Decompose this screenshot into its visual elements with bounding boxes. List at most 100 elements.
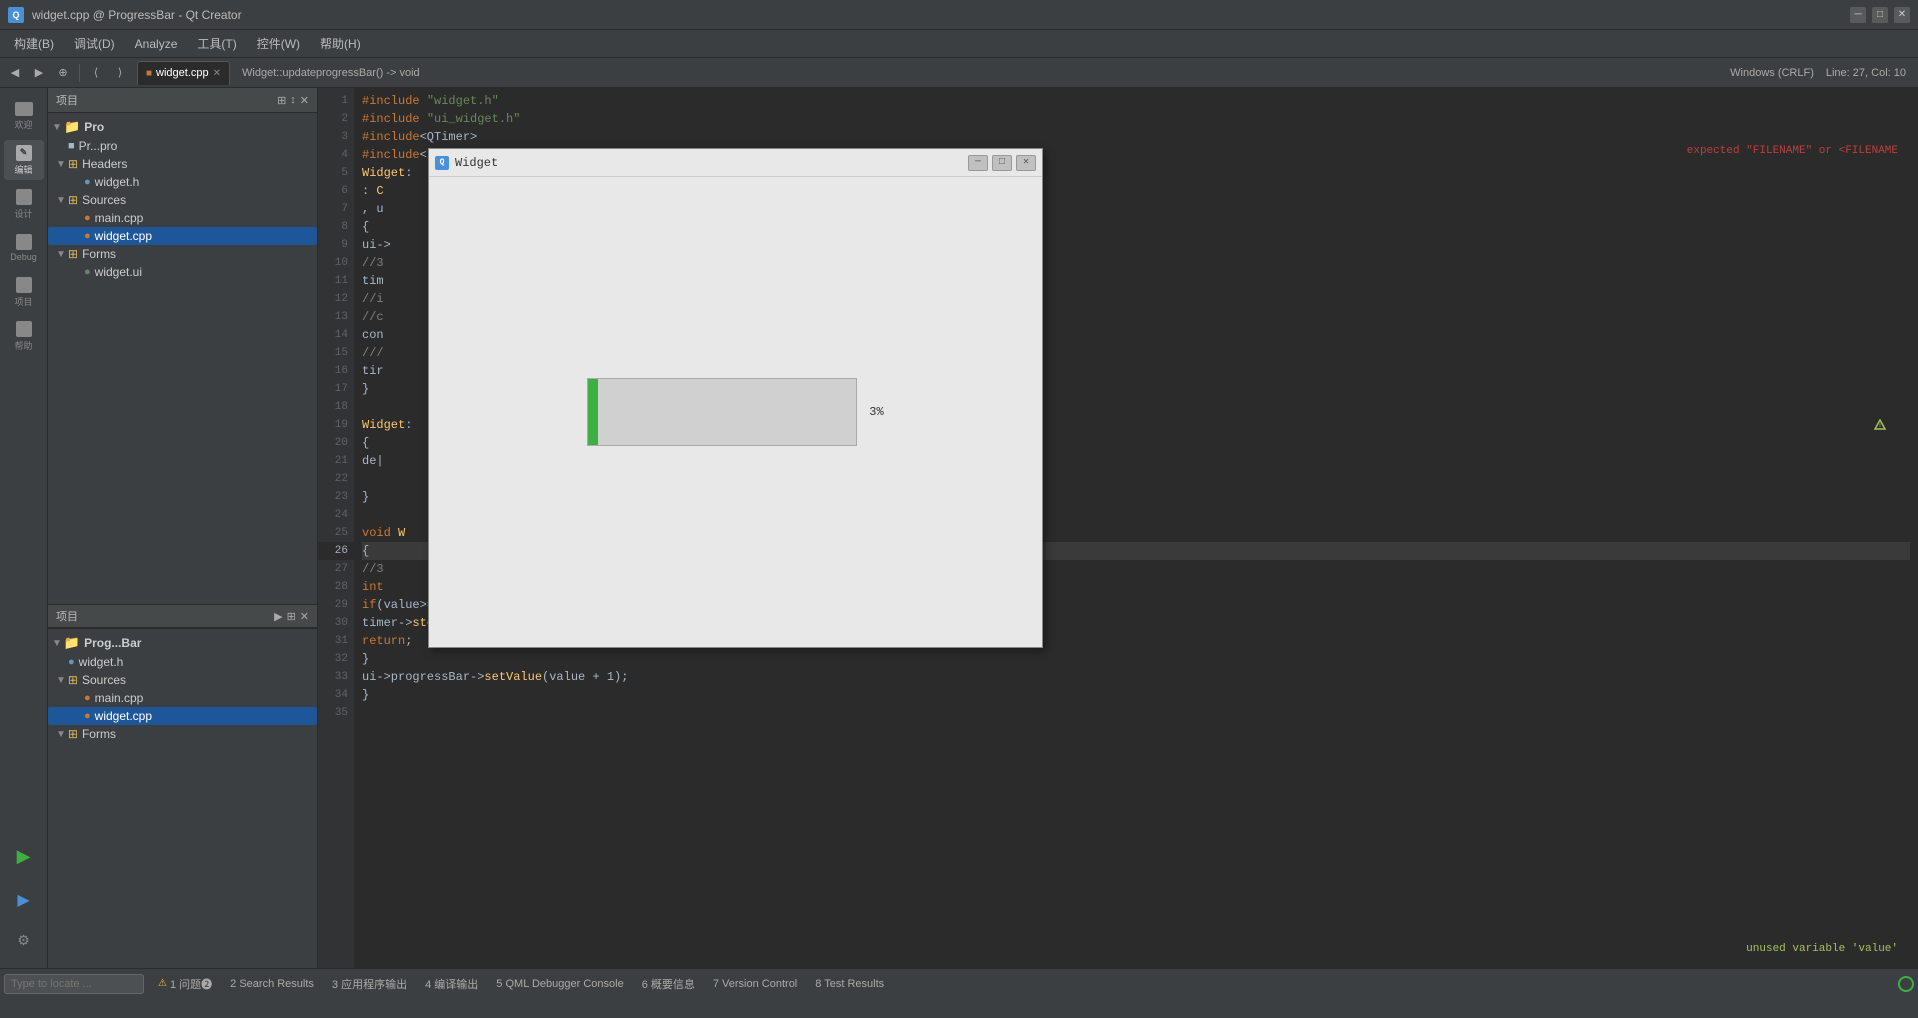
- toolbar-prev-button[interactable]: ⟨: [85, 62, 107, 84]
- bottom-tab-general[interactable]: 6 概要信息: [634, 972, 703, 996]
- error-hint: expected "FILENAME" or <FILENAME: [1687, 142, 1898, 160]
- debug-icon-btn[interactable]: Debug: [4, 228, 44, 268]
- sources-bottom-section[interactable]: ▼ ⊞ Sources: [48, 671, 317, 689]
- toolbar-forward-button[interactable]: ▶: [28, 62, 50, 84]
- line-num-4: 4: [318, 146, 354, 164]
- bottom-panel-icon-filter[interactable]: ⊞: [287, 610, 296, 623]
- line-num-19: 19: [318, 416, 354, 434]
- search-input[interactable]: [4, 974, 144, 994]
- line-num-16: 16: [318, 362, 354, 380]
- line-num-35: 35: [318, 704, 354, 722]
- widget-ui-icon: ●: [84, 266, 91, 278]
- help-icon-btn[interactable]: 帮助: [4, 316, 44, 356]
- menu-controls[interactable]: 控件(W): [247, 31, 310, 56]
- build-button[interactable]: ⚙: [4, 924, 44, 956]
- widget-minimize-btn[interactable]: ─: [968, 155, 988, 171]
- sidebar-bottom-icons: ▶ ⊞ ✕: [274, 610, 309, 623]
- menu-help[interactable]: 帮助(H): [310, 31, 371, 56]
- sources-top-section[interactable]: ▼ ⊞ Sources: [48, 191, 317, 209]
- warning-hint: unused variable 'value': [1746, 940, 1898, 958]
- menu-build[interactable]: 构建(B): [4, 31, 64, 56]
- toolbar-next-button[interactable]: ⟩: [109, 62, 131, 84]
- project-root-bottom-item[interactable]: ▼ 📁 Prog...Bar: [48, 633, 317, 653]
- sidebar-top-panel-header: 项目 ⊞ ↕ ✕: [48, 88, 317, 113]
- bottom-tab-qml-debugger[interactable]: 5 QML Debugger Console: [488, 974, 631, 994]
- close-button[interactable]: ✕: [1894, 7, 1910, 23]
- code-line-2: #include "ui_widget.h": [362, 110, 1910, 128]
- widget-h-item[interactable]: ● widget.h: [48, 173, 317, 191]
- code-line-34: }: [362, 686, 1910, 704]
- bottom-tab-issues[interactable]: ⚠ 1 问题❷: [150, 972, 220, 996]
- cursor-position: Line: 27, Col: 10: [1826, 67, 1906, 79]
- bottom-tab-version-control[interactable]: 7 Version Control: [705, 974, 805, 994]
- toolbar-sep-1: [79, 64, 80, 82]
- headers-section[interactable]: ▼ ⊞ Headers: [48, 155, 317, 173]
- line-num-25: 25: [318, 524, 354, 542]
- file-tab-close-icon[interactable]: ✕: [213, 68, 221, 79]
- forms-bottom-label: Forms: [82, 727, 116, 741]
- bottom-panel-icon-play[interactable]: ▶: [274, 610, 282, 623]
- line-num-30: 30: [318, 614, 354, 632]
- toolbar-bookmark-button[interactable]: ⊕: [52, 62, 74, 84]
- line-num-26: 26: [318, 542, 354, 560]
- forms-top-section[interactable]: ▼ ⊞ Forms: [48, 245, 317, 263]
- project-icon-btn[interactable]: 项目: [4, 272, 44, 312]
- widget-preview-window[interactable]: Q Widget ─ □ ✕ 3%: [428, 148, 1043, 648]
- welcome-icon-btn[interactable]: 欢迎: [4, 96, 44, 136]
- forms-bottom-section[interactable]: ▼ ⊞ Forms: [48, 725, 317, 743]
- sources-bottom-label: Sources: [82, 673, 126, 687]
- code-line-32: }: [362, 650, 1910, 668]
- sidebar-panel-icon-filter[interactable]: ⊞: [277, 94, 286, 107]
- line-num-28: 28: [318, 578, 354, 596]
- widget-h-label: widget.h: [95, 175, 140, 189]
- project-root-item[interactable]: ▼ 📁 Pro: [48, 117, 317, 137]
- widget-ui-label: widget.ui: [95, 265, 142, 279]
- main-cpp-bottom-label: main.cpp: [95, 691, 144, 705]
- sidebar-bottom-panel-title: 项目: [56, 608, 78, 624]
- widget-h-bottom-icon: ●: [68, 656, 75, 668]
- headers-folder-icon: ⊞: [68, 157, 78, 171]
- widget-ui-item[interactable]: ● widget.ui: [48, 263, 317, 281]
- widget-h-bottom-label: widget.h: [79, 655, 124, 669]
- file-tab-widget-cpp[interactable]: ■ widget.cpp ✕: [137, 61, 230, 85]
- pro-file-item[interactable]: ■ Pr...pro: [48, 137, 317, 155]
- widget-maximize-btn[interactable]: □: [992, 155, 1012, 171]
- widget-close-btn[interactable]: ✕: [1016, 155, 1036, 171]
- debug-run-button[interactable]: ▶: [4, 880, 44, 920]
- line-num-32: 32: [318, 650, 354, 668]
- widget-h-bottom-item[interactable]: ● widget.h: [48, 653, 317, 671]
- bottom-tab-compile-output[interactable]: 4 编译输出: [417, 972, 486, 996]
- edit-icon-btn[interactable]: ✎ 编辑: [4, 140, 44, 180]
- sources-bottom-folder-icon: ⊞: [68, 673, 78, 687]
- bottombar-right: [1898, 976, 1914, 992]
- main-cpp-top-item[interactable]: ● main.cpp: [48, 209, 317, 227]
- toolbar-back-button[interactable]: ◀: [4, 62, 26, 84]
- menu-tools[interactable]: 工具(T): [187, 31, 246, 56]
- line-num-29: 29: [318, 596, 354, 614]
- line-num-3: 3: [318, 128, 354, 146]
- bottom-tab-test-results[interactable]: 8 Test Results: [807, 974, 892, 994]
- run-button[interactable]: ▶: [4, 836, 44, 876]
- bottom-tab-search-results[interactable]: 2 Search Results: [222, 974, 322, 994]
- bottom-panel-icon-close[interactable]: ✕: [300, 610, 309, 623]
- design-icon-btn[interactable]: 设计: [4, 184, 44, 224]
- sidebar-panel-icon-sort[interactable]: ↕: [290, 94, 296, 107]
- widget-cpp-top-label: widget.cpp: [95, 229, 152, 243]
- app-icon: Q: [8, 7, 24, 23]
- widget-cpp-top-item[interactable]: ● widget.cpp: [48, 227, 317, 245]
- maximize-button[interactable]: □: [1872, 7, 1888, 23]
- main-cpp-bottom-item[interactable]: ● main.cpp: [48, 689, 317, 707]
- minimize-button[interactable]: ─: [1850, 7, 1866, 23]
- sidebar-top-panel-title: 项目: [56, 92, 78, 108]
- line-num-7: 7: [318, 200, 354, 218]
- bottom-tab-app-output[interactable]: 3 应用程序输出: [324, 972, 415, 996]
- sidebar-panel-icon-close[interactable]: ✕: [300, 94, 309, 107]
- widget-cpp-bottom-item[interactable]: ● widget.cpp: [48, 707, 317, 725]
- progress-bar-outer: [587, 378, 857, 446]
- bottombar: ⚠ 1 问题❷ 2 Search Results 3 应用程序输出 4 编译输出…: [0, 968, 1918, 998]
- widget-cpp-bottom-label: widget.cpp: [95, 709, 152, 723]
- progress-container: 3%: [587, 378, 883, 446]
- menu-analyze[interactable]: Analyze: [125, 33, 188, 55]
- menu-debug[interactable]: 调试(D): [64, 31, 125, 56]
- forms-label: Forms: [82, 247, 116, 261]
